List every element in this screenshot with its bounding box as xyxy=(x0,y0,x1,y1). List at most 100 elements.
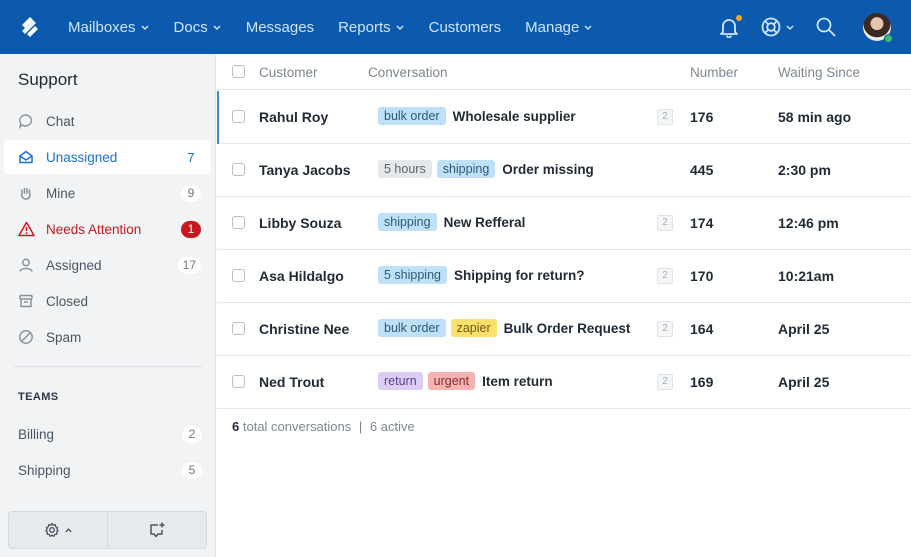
tag-badge[interactable]: return xyxy=(378,372,423,390)
tag-badge[interactable]: shipping xyxy=(436,160,496,178)
conversation-number: 169 xyxy=(690,374,714,390)
chevron-down-icon xyxy=(141,25,149,31)
tag-badge[interactable]: zapier xyxy=(450,319,497,337)
chevron-down-icon xyxy=(213,25,221,31)
tag-badge[interactable]: 5 shipping xyxy=(378,266,447,284)
team-billing[interactable]: Billing 2 xyxy=(18,422,202,446)
conversation-subject[interactable]: Shipping for return? xyxy=(454,268,585,283)
tag-badge[interactable]: 5 hours xyxy=(378,160,432,178)
row-checkbox[interactable] xyxy=(232,110,245,123)
team-label: Shipping xyxy=(18,462,71,478)
conversation-cell: 5 shipping Shipping for return? xyxy=(378,265,585,285)
table-row[interactable]: Libby Souza shipping New Refferal 2 174 12:46… xyxy=(217,197,911,250)
sidebar-item-needs-attention[interactable]: Needs Attention 1 xyxy=(4,212,211,246)
user-avatar[interactable] xyxy=(863,13,893,43)
teams-heading: TEAMS xyxy=(18,391,59,403)
nav-docs[interactable]: Docs xyxy=(174,19,222,36)
conversation-cell: shipping New Refferal xyxy=(378,212,525,232)
nav-messages[interactable]: Messages xyxy=(246,19,314,36)
conversation-cell: bulk order Wholesale supplier xyxy=(378,106,576,126)
conversation-subject[interactable]: Bulk Order Request xyxy=(504,321,631,336)
column-header-number[interactable]: Number xyxy=(690,65,738,80)
sidebar-item-assigned[interactable]: Assigned 17 xyxy=(4,248,211,282)
hand-icon xyxy=(17,184,35,202)
conversation-subject[interactable]: New Refferal xyxy=(444,215,526,230)
thread-count-badge: 2 xyxy=(657,109,673,125)
helpscout-logo[interactable] xyxy=(0,0,60,54)
nav-mailboxes[interactable]: Mailboxes xyxy=(68,19,150,36)
thread-count-badge: 2 xyxy=(657,374,673,390)
tag-badge[interactable]: bulk order xyxy=(378,107,446,125)
total-count: 6 xyxy=(232,419,240,434)
chevron-down-icon xyxy=(396,25,404,31)
row-checkbox[interactable] xyxy=(232,216,245,229)
top-right-actions xyxy=(718,0,911,54)
conversation-number: 445 xyxy=(690,162,714,178)
chevron-down-icon xyxy=(584,25,592,31)
table-row[interactable]: Asa Hildalgo 5 shipping Shipping for retur… xyxy=(217,250,911,303)
tag-badge[interactable]: bulk order xyxy=(378,319,446,337)
conversation-cell: bulk order zapier Bulk Order Request xyxy=(378,318,630,338)
sidebar-divider xyxy=(14,366,202,367)
sidebar-item-label: Needs Attention xyxy=(46,221,142,237)
column-header-waiting-since[interactable]: Waiting Since xyxy=(778,65,860,80)
nav-manage[interactable]: Manage xyxy=(525,19,593,36)
conversation-subject[interactable]: Order missing xyxy=(502,162,594,177)
user-icon xyxy=(17,256,35,274)
notifications-button[interactable] xyxy=(718,14,743,38)
sidebar-item-label: Spam xyxy=(46,329,82,345)
help-menu-button[interactable] xyxy=(760,16,795,38)
table-row[interactable]: Tanya Jacobs 5 hours shipping Order missing… xyxy=(217,144,911,197)
sidebar-item-count: 9 xyxy=(181,184,201,202)
settings-menu-button[interactable] xyxy=(9,512,107,548)
customer-name[interactable]: Tanya Jacobs xyxy=(259,162,351,178)
table-row[interactable]: Ned Trout return urgent Item return 2 169 Apri… xyxy=(217,356,911,409)
tag-badge[interactable]: urgent xyxy=(427,372,476,390)
conversation-subject[interactable]: Wholesale supplier xyxy=(453,109,576,124)
conversation-number: 164 xyxy=(690,321,714,337)
waiting-since: April 25 xyxy=(778,374,830,390)
team-count: 2 xyxy=(182,425,202,443)
conversation-subject[interactable]: Item return xyxy=(482,374,553,389)
sidebar-item-label: Assigned xyxy=(46,257,102,273)
nav-customers[interactable]: Customers xyxy=(429,19,502,36)
column-header-customer[interactable]: Customer xyxy=(259,65,318,80)
customer-name[interactable]: Ned Trout xyxy=(259,374,324,390)
waiting-since: 2:30 pm xyxy=(778,162,831,178)
archive-icon xyxy=(17,292,35,310)
nav-reports[interactable]: Reports xyxy=(338,19,405,36)
thread-count-badge: 2 xyxy=(657,321,673,337)
new-chat-icon xyxy=(150,522,165,538)
row-checkbox[interactable] xyxy=(232,269,245,282)
customer-name[interactable]: Christine Nee xyxy=(259,321,349,337)
new-chat-button[interactable] xyxy=(107,512,206,548)
settings-gear-icon xyxy=(44,522,59,537)
tag-badge[interactable]: shipping xyxy=(378,213,437,231)
team-count: 5 xyxy=(182,461,202,479)
sidebar-item-unassigned[interactable]: Unassigned 7 xyxy=(4,140,211,174)
sidebar-item-label: Mine xyxy=(46,185,76,201)
row-checkbox[interactable] xyxy=(232,375,245,388)
sidebar-item-label: Chat xyxy=(46,113,75,129)
search-button[interactable] xyxy=(815,16,837,38)
column-header-conversation[interactable]: Conversation xyxy=(368,65,448,80)
sidebar-item-mine[interactable]: Mine 9 xyxy=(4,176,211,210)
sidebar-item-closed[interactable]: Closed xyxy=(4,284,211,318)
block-icon xyxy=(17,328,35,346)
team-label: Billing xyxy=(18,426,55,442)
table-row[interactable]: Rahul Roy bulk order Wholesale supplier 2 17… xyxy=(217,91,911,144)
sidebar-item-chat[interactable]: Chat xyxy=(4,104,211,138)
row-checkbox[interactable] xyxy=(232,322,245,335)
customer-name[interactable]: Rahul Roy xyxy=(259,109,328,125)
sidebar-item-spam[interactable]: Spam xyxy=(4,320,211,354)
thread-count-badge: 2 xyxy=(657,215,673,231)
online-status-indicator xyxy=(884,34,893,43)
table-row[interactable]: Christine Nee bulk order zapier Bulk Order … xyxy=(217,303,911,356)
select-all-checkbox[interactable] xyxy=(232,65,245,78)
customer-name[interactable]: Libby Souza xyxy=(259,215,341,231)
team-shipping[interactable]: Shipping 5 xyxy=(18,458,202,482)
mailbox-title: Support xyxy=(18,70,78,89)
row-checkbox[interactable] xyxy=(232,163,245,176)
nav-label: Reports xyxy=(338,18,391,36)
customer-name[interactable]: Asa Hildalgo xyxy=(259,268,344,284)
